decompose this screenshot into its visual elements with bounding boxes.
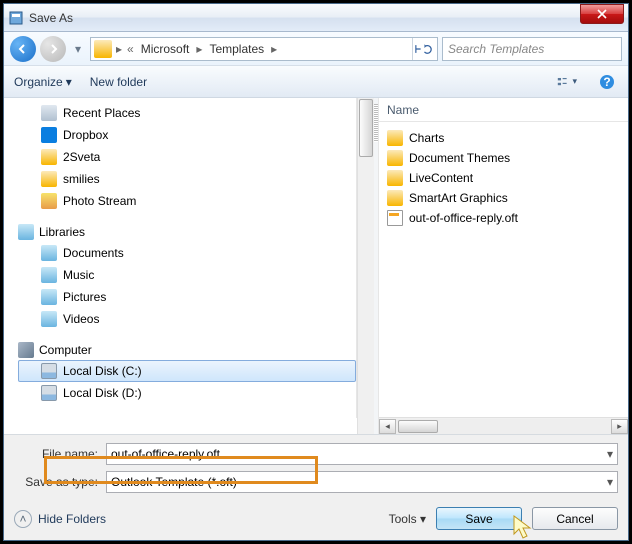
tree-head-computer[interactable]: Computer bbox=[18, 340, 356, 360]
tree-group-libraries: Libraries Documents Music Pictures Video… bbox=[18, 222, 356, 330]
chevron-down-icon: ▾ bbox=[66, 75, 72, 89]
save-as-dialog: Save As ▾ ▸ « Microsoft ▸ Templates ▸ Se… bbox=[3, 3, 629, 541]
disk-icon bbox=[41, 363, 57, 379]
folder-icon bbox=[94, 40, 112, 58]
help-button[interactable]: ? bbox=[596, 72, 618, 92]
address-bar[interactable]: ▸ « Microsoft ▸ Templates ▸ bbox=[90, 37, 438, 61]
chevron-right-icon: ▸ bbox=[195, 42, 203, 56]
computer-icon bbox=[18, 342, 34, 358]
tree-item[interactable]: Photo Stream bbox=[18, 190, 356, 212]
dropbox-icon bbox=[41, 127, 57, 143]
folder-icon bbox=[387, 130, 403, 146]
search-input[interactable]: Search Templates bbox=[442, 37, 622, 61]
navigation-bar: ▾ ▸ « Microsoft ▸ Templates ▸ Search Tem… bbox=[4, 32, 628, 66]
filename-label: File name: bbox=[14, 447, 106, 461]
titlebar: Save As bbox=[4, 4, 628, 32]
tree-item-local-disk-c[interactable]: Local Disk (C:) bbox=[18, 360, 356, 382]
oft-file-icon bbox=[387, 210, 403, 226]
hide-folders-button[interactable]: ˄ Hide Folders bbox=[14, 510, 106, 528]
scroll-thumb[interactable] bbox=[398, 420, 438, 433]
tree-item-local-disk-d[interactable]: Local Disk (D:) bbox=[18, 382, 356, 404]
svg-text:?: ? bbox=[603, 75, 610, 89]
main-area: Recent Places Dropbox 2Sveta smilies Pho… bbox=[4, 98, 628, 434]
chevron-down-icon[interactable]: ▾ bbox=[607, 475, 613, 489]
list-item[interactable]: Charts bbox=[387, 128, 620, 148]
horizontal-scrollbar[interactable]: ◂ ▸ bbox=[379, 417, 628, 434]
view-options-button[interactable]: ▾ bbox=[556, 72, 578, 92]
chevron-down-icon: ▾ bbox=[420, 512, 426, 526]
tree-group-computer: Computer Local Disk (C:) Local Disk (D:) bbox=[18, 340, 356, 404]
list-item[interactable]: out-of-office-reply.oft bbox=[387, 208, 620, 228]
tree-item[interactable]: 2Sveta bbox=[18, 146, 356, 168]
tree-item[interactable]: Recent Places bbox=[18, 102, 356, 124]
folder-icon bbox=[387, 190, 403, 206]
tree-item[interactable]: Videos bbox=[18, 308, 356, 330]
cancel-button[interactable]: Cancel bbox=[532, 507, 618, 530]
folder-icon bbox=[41, 171, 57, 187]
close-button[interactable] bbox=[580, 4, 624, 24]
list-item[interactable]: SmartArt Graphics bbox=[387, 188, 620, 208]
window-title: Save As bbox=[29, 11, 580, 25]
vertical-scrollbar[interactable] bbox=[357, 98, 374, 434]
tree-group-favorites: Recent Places Dropbox 2Sveta smilies Pho… bbox=[18, 102, 356, 212]
breadcrumb-microsoft[interactable]: Microsoft bbox=[138, 42, 193, 56]
tools-dropdown[interactable]: Tools ▾ bbox=[389, 512, 426, 526]
tree-item[interactable]: Pictures bbox=[18, 286, 356, 308]
chevron-right-icon: ▸ bbox=[115, 42, 123, 56]
chevron-right-icon: « bbox=[126, 42, 135, 56]
nav-forward-button[interactable] bbox=[40, 36, 66, 62]
chevron-up-icon: ˄ bbox=[14, 510, 32, 528]
refresh-button[interactable] bbox=[412, 38, 434, 60]
pictures-icon bbox=[41, 289, 57, 305]
videos-icon bbox=[41, 311, 57, 327]
tree-item[interactable]: smilies bbox=[18, 168, 356, 190]
filename-input[interactable]: out-of-office-reply.oft ▾ bbox=[106, 443, 618, 465]
chevron-down-icon[interactable]: ▾ bbox=[607, 447, 613, 461]
scroll-left-button[interactable]: ◂ bbox=[379, 419, 396, 434]
chevron-right-icon: ▸ bbox=[270, 42, 278, 56]
list-item[interactable]: LiveContent bbox=[387, 168, 620, 188]
bottom-panel: File name: out-of-office-reply.oft ▾ Sav… bbox=[4, 434, 628, 540]
folder-tree[interactable]: Recent Places Dropbox 2Sveta smilies Pho… bbox=[4, 98, 357, 418]
list-item[interactable]: Document Themes bbox=[387, 148, 620, 168]
breadcrumb-templates[interactable]: Templates bbox=[206, 42, 267, 56]
folder-icon bbox=[387, 170, 403, 186]
new-folder-button[interactable]: New folder bbox=[90, 75, 147, 89]
tree-head-libraries[interactable]: Libraries bbox=[18, 222, 356, 242]
folder-icon bbox=[41, 149, 57, 165]
nav-history-dropdown[interactable]: ▾ bbox=[70, 37, 86, 61]
recent-places-icon bbox=[41, 105, 57, 121]
tree-item[interactable]: Music bbox=[18, 264, 356, 286]
save-button[interactable]: Save bbox=[436, 507, 522, 530]
savetype-label: Save as type: bbox=[14, 475, 106, 489]
libraries-icon bbox=[18, 224, 34, 240]
documents-icon bbox=[41, 245, 57, 261]
disk-icon bbox=[41, 385, 57, 401]
tree-item[interactable]: Dropbox bbox=[18, 124, 356, 146]
filename-row: File name: out-of-office-reply.oft ▾ bbox=[14, 443, 618, 465]
savetype-row: Save as type: Outlook Template (*.oft) ▾ bbox=[14, 471, 618, 493]
search-placeholder: Search Templates bbox=[448, 42, 544, 56]
folder-icon bbox=[387, 150, 403, 166]
music-icon bbox=[41, 267, 57, 283]
scroll-right-button[interactable]: ▸ bbox=[611, 419, 628, 434]
photo-stream-icon bbox=[41, 193, 57, 209]
organize-button[interactable]: Organize▾ bbox=[14, 75, 72, 89]
savetype-dropdown[interactable]: Outlook Template (*.oft) ▾ bbox=[106, 471, 618, 493]
file-list[interactable]: Charts Document Themes LiveContent Smart… bbox=[379, 122, 628, 417]
file-list-pane: Name Charts Document Themes LiveContent … bbox=[378, 98, 628, 434]
app-icon bbox=[8, 10, 24, 26]
toolbar: Organize▾ New folder ▾ ? bbox=[4, 66, 628, 98]
dialog-footer: ˄ Hide Folders Tools ▾ Save Cancel bbox=[14, 507, 618, 530]
nav-back-button[interactable] bbox=[10, 36, 36, 62]
scroll-thumb[interactable] bbox=[359, 99, 373, 157]
tree-item[interactable]: Documents bbox=[18, 242, 356, 264]
column-header-name[interactable]: Name bbox=[379, 98, 628, 122]
